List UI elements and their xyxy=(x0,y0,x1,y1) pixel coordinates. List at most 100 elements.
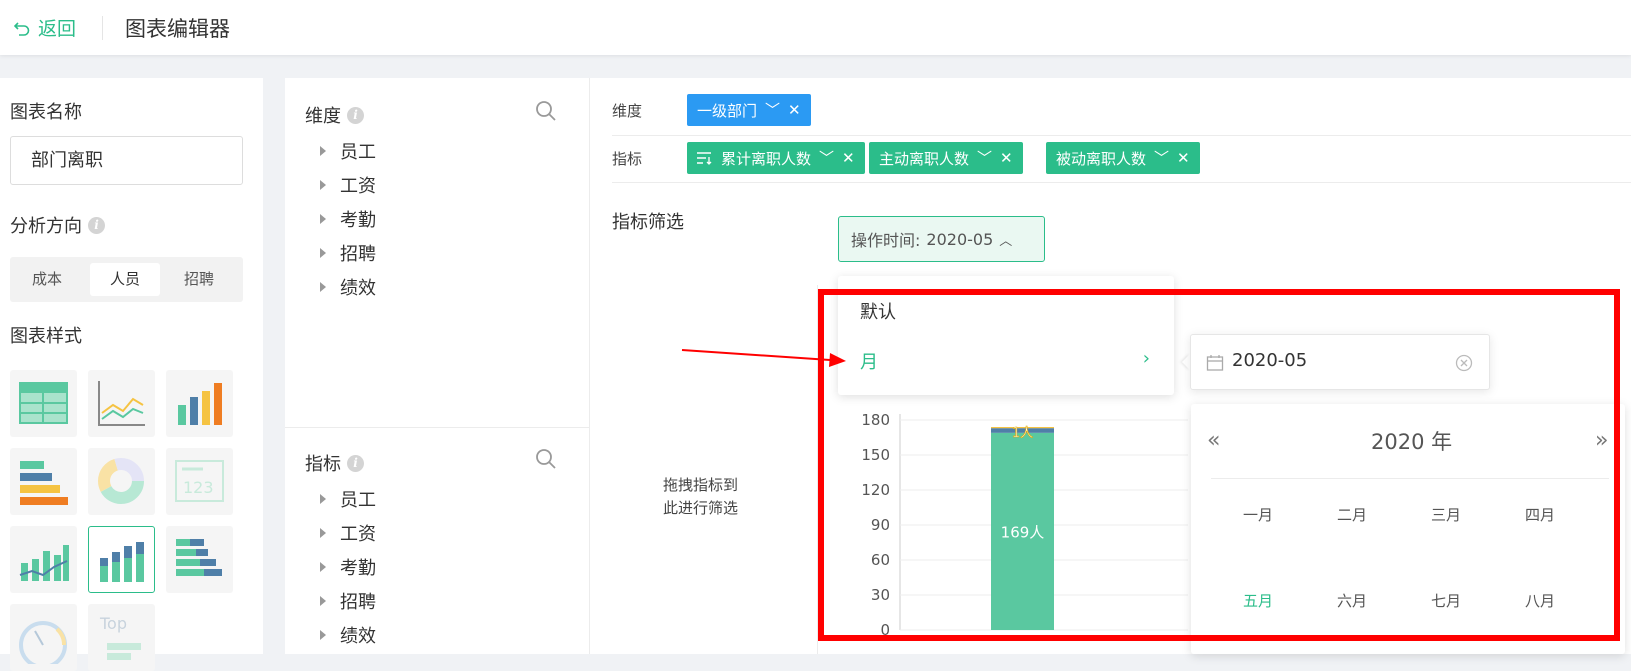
month-aug[interactable]: 八月 xyxy=(1505,590,1575,611)
search-icon[interactable] xyxy=(535,448,557,470)
next-year-button[interactable]: » xyxy=(1595,428,1608,453)
dimension-item-employee[interactable]: 员工 xyxy=(320,138,376,164)
dimension-item-salary[interactable]: 工资 xyxy=(320,172,376,198)
menu-item-month[interactable]: 月 › xyxy=(860,348,1150,374)
month-jan[interactable]: 一月 xyxy=(1223,504,1293,525)
header-divider xyxy=(102,16,103,40)
chart-type-stacked-horizontal[interactable] xyxy=(166,526,233,593)
metric-row-label: 指标 xyxy=(612,150,643,168)
field-panel: 维度 i 员工 工资 考勤 招聘 绩效 指标 i 员工 工资 考勤 招聘 绩效 xyxy=(285,78,590,654)
metric-item-employee[interactable]: 员工 xyxy=(320,486,376,512)
chart-type-table[interactable] xyxy=(10,370,77,437)
expand-icon xyxy=(320,214,326,224)
y-tick-label: 30 xyxy=(871,586,890,604)
direction-cost[interactable]: 成本 xyxy=(12,263,82,296)
chart-type-gauge[interactable] xyxy=(10,604,77,671)
metric-item-label: 考勤 xyxy=(340,558,376,579)
expand-icon xyxy=(320,630,326,640)
dimension-item-recruit[interactable]: 招聘 xyxy=(320,240,376,266)
expand-icon xyxy=(320,282,326,292)
month-jun[interactable]: 六月 xyxy=(1317,590,1387,611)
chart-type-donut[interactable] xyxy=(88,448,155,515)
bar-top-data-label: 1人 xyxy=(1012,426,1033,441)
expand-icon xyxy=(320,596,326,606)
info-icon[interactable]: i xyxy=(88,216,105,234)
row-divider xyxy=(612,182,1631,183)
direction-people[interactable]: 人员 xyxy=(90,263,160,296)
style-label-text: 图表样式 xyxy=(10,326,82,347)
metric-item-salary[interactable]: 工资 xyxy=(320,520,376,546)
month-may[interactable]: 五月 xyxy=(1223,590,1293,611)
month-mar[interactable]: 三月 xyxy=(1411,504,1481,525)
metric-item-label: 招聘 xyxy=(340,592,376,613)
close-icon[interactable]: ✕ xyxy=(842,150,855,166)
prev-year-button[interactable]: « xyxy=(1207,428,1220,453)
chart-type-stacked-bar[interactable] xyxy=(88,526,155,593)
chart-type-number[interactable]: 123 xyxy=(166,448,233,515)
expand-icon xyxy=(320,180,326,190)
month-apr[interactable]: 四月 xyxy=(1505,504,1575,525)
undo-icon xyxy=(14,21,30,36)
back-label: 返回 xyxy=(38,18,77,40)
dimension-item-label: 工资 xyxy=(340,176,376,197)
stacked-bar-chart: 180 150 120 90 60 30 0 169人 1人 xyxy=(861,411,1188,639)
chart-type-bar-line[interactable] xyxy=(10,526,77,593)
chart-type-topn[interactable]: Top xyxy=(88,604,155,671)
bar-chart-icon xyxy=(178,383,222,425)
chart-name-input[interactable]: 部门离职 xyxy=(10,136,243,185)
close-icon[interactable]: ✕ xyxy=(788,102,801,118)
close-icon[interactable]: ✕ xyxy=(1177,150,1190,166)
popover-caret xyxy=(1182,354,1190,370)
filter-drop-zone[interactable]: 拖拽指标到 此进行筛选 xyxy=(663,474,738,520)
metric-tag-involuntary[interactable]: 被动离职人数 ﹀ ✕ xyxy=(1046,142,1200,174)
dimension-section-label: 维度 xyxy=(305,106,341,127)
metric-item-performance[interactable]: 绩效 xyxy=(320,622,376,648)
menu-item-default[interactable]: 默认 xyxy=(860,298,896,324)
back-button[interactable]: 返回 xyxy=(14,14,76,41)
chevron-down-icon[interactable]: ﹀ xyxy=(819,150,834,166)
stacked-horizontal-icon xyxy=(176,539,222,576)
month-calendar: « 2020 年 » 一月 二月 三月 四月 五月 六月 七月 八月 xyxy=(1191,404,1625,654)
chart-type-horizontal-bar[interactable] xyxy=(10,448,77,515)
annotation-arrow xyxy=(681,349,846,367)
number-card-icon: 123 xyxy=(175,460,224,502)
chevron-down-icon[interactable]: ﹀ xyxy=(765,102,780,118)
chevron-down-icon[interactable]: ﹀ xyxy=(977,150,992,166)
calendar-divider xyxy=(1211,478,1609,479)
op-time-filter-button[interactable]: 操作时间: 2020-05 ︿ xyxy=(838,216,1045,262)
metric-item-recruit[interactable]: 招聘 xyxy=(320,588,376,614)
table-chart-icon xyxy=(19,382,68,424)
month-feb[interactable]: 二月 xyxy=(1317,504,1387,525)
metric-tag-voluntary[interactable]: 主动离职人数 ﹀ ✕ xyxy=(869,142,1023,174)
topn-icon xyxy=(107,643,141,660)
filter-type-menu: 默认 月 › xyxy=(838,276,1174,395)
chevron-down-icon[interactable]: ﹀ xyxy=(1154,150,1169,166)
close-icon[interactable]: ✕ xyxy=(1000,150,1013,166)
filter-section-label: 指标筛选 xyxy=(612,212,684,233)
expand-icon xyxy=(320,248,326,258)
y-tick-label: 150 xyxy=(861,446,890,464)
gauge-icon xyxy=(19,621,67,664)
info-icon[interactable]: i xyxy=(347,106,364,124)
dimension-item-attendance[interactable]: 考勤 xyxy=(320,206,376,232)
chart-type-bar[interactable] xyxy=(166,370,233,437)
info-icon[interactable]: i xyxy=(347,454,364,472)
search-icon[interactable] xyxy=(535,100,557,122)
dimension-tag[interactable]: 一级部门 ﹀ ✕ xyxy=(687,94,811,126)
line-chart-icon xyxy=(98,381,145,426)
menu-item-month-label: 月 xyxy=(860,352,878,373)
direction-label: 分析方向 i xyxy=(10,212,105,238)
y-tick-label: 90 xyxy=(871,516,890,534)
dimension-section-title: 维度 i xyxy=(305,102,364,128)
expand-icon xyxy=(320,494,326,504)
dimension-item-label: 考勤 xyxy=(340,210,376,231)
chart-type-line[interactable] xyxy=(88,370,155,437)
month-jul[interactable]: 七月 xyxy=(1411,590,1481,611)
chevron-right-icon: › xyxy=(1142,348,1150,369)
dimension-item-performance[interactable]: 绩效 xyxy=(320,274,376,300)
direction-recruit[interactable]: 招聘 xyxy=(164,263,234,296)
month-picker-input[interactable]: 2020-05 xyxy=(1190,334,1490,390)
metric-item-attendance[interactable]: 考勤 xyxy=(320,554,376,580)
clear-icon[interactable] xyxy=(1455,354,1473,372)
metric-tag-cumulative[interactable]: 累计离职人数 ﹀ ✕ xyxy=(687,142,865,174)
